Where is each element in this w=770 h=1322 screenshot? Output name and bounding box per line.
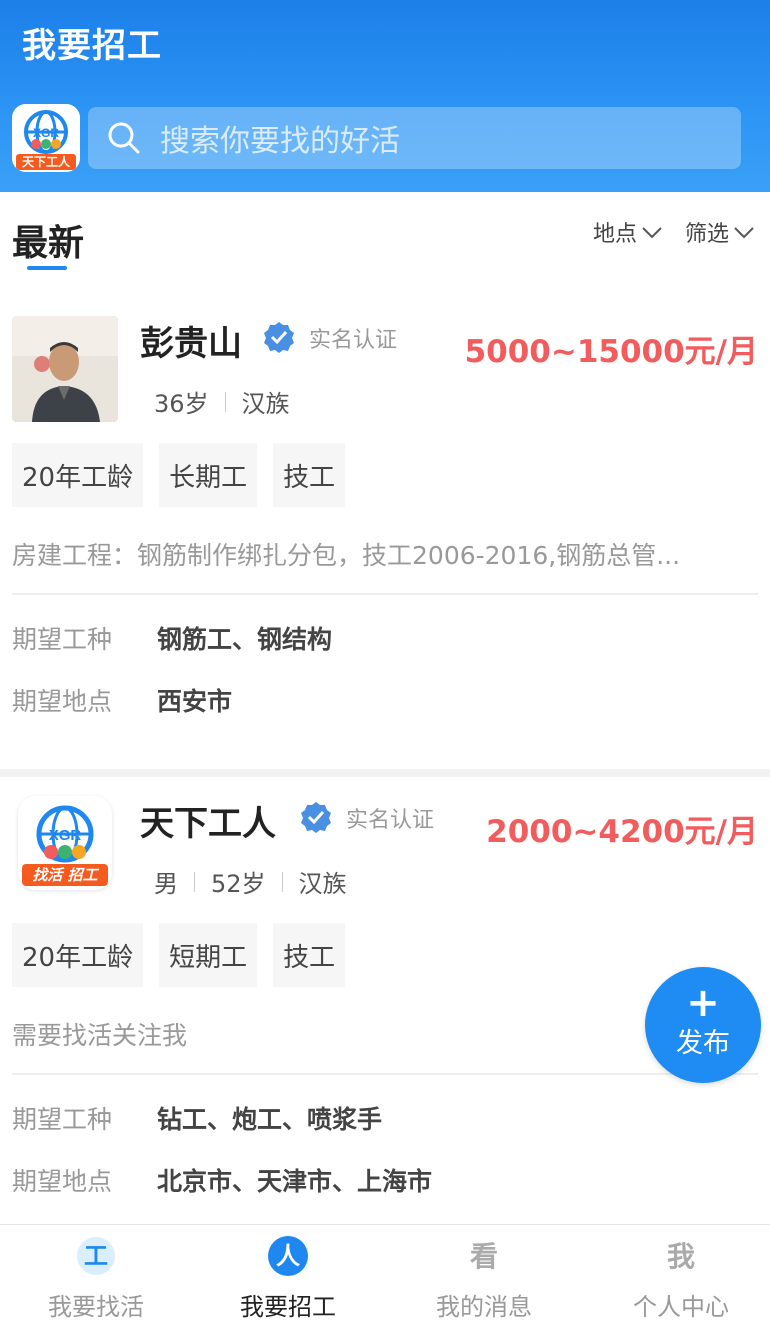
worker-meta: 男 52岁 汉族 bbox=[154, 864, 347, 899]
header: 我要招工 XGR 天下工人 搜索你要找的好活 bbox=[0, 0, 770, 192]
app-logo: XGR 天下工人 bbox=[12, 104, 80, 172]
job-type-value: 钻工、炮工、喷浆手 bbox=[157, 1105, 383, 1134]
worker-ethnicity: 汉族 bbox=[241, 390, 290, 418]
search-input[interactable]: 搜索你要找的好活 bbox=[88, 107, 741, 169]
meta-separator bbox=[224, 391, 226, 412]
meta-separator bbox=[281, 871, 283, 892]
bottom-nav: 工 我要找活 人 我要招工 看 我的消息 我 个人中心 bbox=[0, 1224, 770, 1322]
person-icon: 人 bbox=[268, 1236, 308, 1276]
app-screen: 我要招工 XGR 天下工人 搜索你要找的好活 最新 地点 筛选 彭贵山 实名认证… bbox=[0, 0, 770, 1322]
tag-list: 20年工龄 短期工 技工 bbox=[12, 923, 346, 987]
profile-icon-glyph: 我 bbox=[667, 1240, 695, 1273]
location-filter[interactable]: 地点 bbox=[593, 216, 663, 248]
svg-text:XGR: XGR bbox=[33, 126, 59, 140]
location-value: 北京市、天津市、上海市 bbox=[157, 1167, 433, 1196]
location-filter-label: 地点 bbox=[593, 222, 638, 247]
tag-term: 短期工 bbox=[159, 923, 258, 987]
worker-icon-glyph: 工 bbox=[84, 1242, 108, 1270]
tag-skill: 技工 bbox=[273, 923, 346, 987]
worker-name: 天下工人 bbox=[140, 804, 276, 844]
nav-hire[interactable]: 人 我要招工 bbox=[192, 1225, 384, 1322]
nav-messages[interactable]: 看 我的消息 bbox=[388, 1225, 580, 1322]
screen-filter[interactable]: 筛选 bbox=[685, 216, 755, 248]
worker-gender: 男 bbox=[154, 870, 178, 898]
message-icon-glyph: 看 bbox=[470, 1240, 498, 1273]
avatar-logo-text: 找活 招工 bbox=[32, 866, 98, 884]
worker-ethnicity: 汉族 bbox=[298, 870, 347, 898]
card-separator bbox=[0, 769, 770, 777]
divider bbox=[12, 593, 758, 595]
nav-label: 我要招工 bbox=[240, 1293, 336, 1321]
meta-separator bbox=[194, 871, 195, 892]
nav-find-work[interactable]: 工 我要找活 bbox=[0, 1225, 192, 1322]
verified-label: 实名认证 bbox=[346, 808, 435, 833]
profile-icon: 我 bbox=[667, 1240, 695, 1273]
tag-experience: 20年工龄 bbox=[12, 443, 144, 507]
worker-description: 房建工程：钢筋制作绑扎分包，技工2006-2016,钢筋总管... bbox=[12, 541, 681, 570]
location-value: 西安市 bbox=[157, 687, 233, 716]
main-content: 最新 地点 筛选 彭贵山 实名认证 5000~15000元/月 36岁 汉族 2… bbox=[0, 192, 770, 1224]
page-title: 我要招工 bbox=[22, 26, 162, 66]
divider bbox=[12, 1073, 758, 1075]
job-type-label: 期望工种 bbox=[12, 625, 113, 654]
avatar bbox=[12, 316, 118, 422]
tag-list: 20年工龄 长期工 技工 bbox=[12, 443, 346, 507]
nav-label: 我的消息 bbox=[436, 1293, 532, 1321]
search-placeholder: 搜索你要找的好活 bbox=[160, 124, 400, 159]
tab-latest[interactable]: 最新 bbox=[12, 214, 84, 266]
worker-icon: 工 bbox=[77, 1237, 115, 1275]
publish-button[interactable]: + 发布 bbox=[645, 967, 761, 1083]
verified-badge-icon bbox=[301, 802, 331, 833]
publish-label: 发布 bbox=[676, 1028, 730, 1059]
location-label: 期望地点 bbox=[12, 687, 113, 716]
worker-age: 36岁 bbox=[154, 390, 209, 418]
filter-bar: 最新 地点 筛选 bbox=[0, 192, 770, 284]
nav-profile[interactable]: 我 个人中心 bbox=[585, 1225, 770, 1322]
screen-filter-label: 筛选 bbox=[685, 222, 730, 247]
verified-badge-icon bbox=[264, 322, 294, 353]
chevron-down-icon bbox=[734, 227, 754, 239]
job-type-value: 钢筋工、钢结构 bbox=[157, 625, 333, 654]
nav-label: 我要找活 bbox=[48, 1293, 144, 1321]
worker-meta: 36岁 汉族 bbox=[154, 384, 290, 419]
job-type-label: 期望工种 bbox=[12, 1105, 113, 1134]
salary-range: 5000~15000元/月 bbox=[464, 334, 758, 370]
salary-range: 2000~4200元/月 bbox=[486, 814, 758, 850]
app-logo-text: 天下工人 bbox=[21, 155, 70, 169]
svg-text:XGR: XGR bbox=[49, 827, 82, 844]
tab-active-indicator bbox=[27, 266, 67, 270]
worker-age: 52岁 bbox=[211, 870, 266, 898]
worker-description: 需要找活关注我 bbox=[12, 1021, 188, 1050]
tag-term: 长期工 bbox=[159, 443, 258, 507]
worker-name: 彭贵山 bbox=[140, 324, 242, 364]
message-icon: 看 bbox=[470, 1240, 498, 1273]
location-label: 期望地点 bbox=[12, 1167, 113, 1196]
verified-label: 实名认证 bbox=[309, 328, 398, 353]
person-icon-glyph: 人 bbox=[276, 1242, 300, 1270]
avatar: XGR 找活 招工 bbox=[18, 796, 112, 890]
search-icon bbox=[108, 122, 140, 154]
tag-skill: 技工 bbox=[273, 443, 346, 507]
nav-label: 个人中心 bbox=[633, 1293, 729, 1321]
plus-icon: + bbox=[686, 980, 720, 1026]
chevron-down-icon bbox=[642, 227, 662, 239]
tag-experience: 20年工龄 bbox=[12, 923, 144, 987]
